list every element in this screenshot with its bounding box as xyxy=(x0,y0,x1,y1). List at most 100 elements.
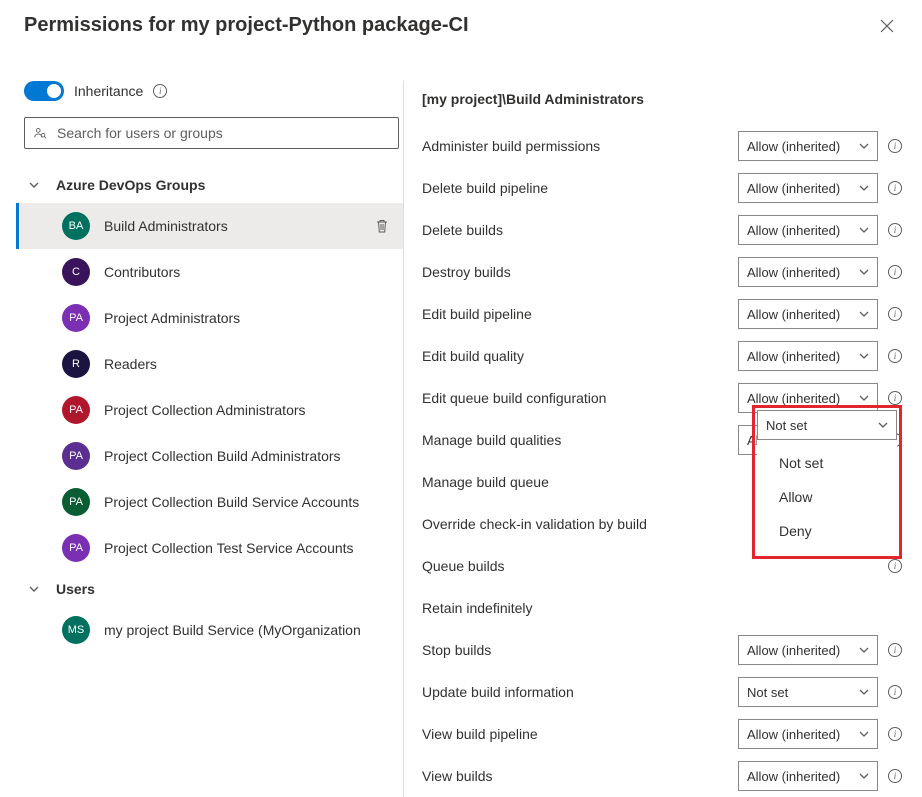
info-icon[interactable]: i xyxy=(888,223,902,237)
chevron-down-icon xyxy=(859,309,869,319)
groups-section-title: Azure DevOps Groups xyxy=(56,177,205,193)
group-item-label: Build Administrators xyxy=(104,218,361,234)
dropdown-value: Allow (inherited) xyxy=(747,727,840,742)
selected-identity-title: [my project]\Build Administrators xyxy=(420,81,902,125)
permission-controls: Allow (inherited) i xyxy=(738,257,902,287)
permission-controls: Allow (inherited) i xyxy=(738,215,902,245)
permission-dropdown[interactable]: Allow (inherited) xyxy=(738,299,878,329)
permission-dropdown-open[interactable]: Not setNot setAllowDeny xyxy=(752,405,902,559)
chevron-down-icon xyxy=(859,225,869,235)
permission-label: Administer build permissions xyxy=(422,138,600,154)
chevron-down-icon xyxy=(859,729,869,739)
info-icon[interactable]: i xyxy=(888,349,902,363)
dropdown-value: Allow (inherited) xyxy=(747,391,840,406)
group-item[interactable]: PAProject Administrators xyxy=(20,295,403,341)
dropdown-option[interactable]: Not set xyxy=(757,446,897,480)
permission-row: Edit build qualityAllow (inherited)i xyxy=(420,335,902,377)
permission-dropdown[interactable]: Allow (inherited) xyxy=(738,257,878,287)
permission-dropdown[interactable]: Allow (inherited) xyxy=(738,635,878,665)
group-item-label: Contributors xyxy=(104,264,395,280)
permission-controls: Not set i xyxy=(738,677,902,707)
group-item[interactable]: PA Project Collection Test Service Accoun… xyxy=(20,525,403,571)
permission-controls: Allow (inherited) i xyxy=(738,299,902,329)
permission-controls: Allow (inherited) i xyxy=(738,719,902,749)
search-input-wrapper[interactable] xyxy=(24,117,399,149)
permission-row: Stop builds Allow (inherited) i xyxy=(420,629,902,671)
group-item[interactable]: PAProject Collection Build Service Accou… xyxy=(20,479,403,525)
group-item[interactable]: PAProject Collection Build Administrator… xyxy=(20,433,403,479)
inheritance-label: Inheritance xyxy=(74,83,143,99)
permission-controls: Allow (inherited) i xyxy=(738,341,902,371)
search-input[interactable] xyxy=(55,124,390,142)
info-icon[interactable]: i xyxy=(888,643,902,657)
info-icon[interactable]: i xyxy=(888,139,902,153)
info-icon[interactable]: i xyxy=(888,727,902,741)
permission-row: Destroy buildsAllow (inherited)i xyxy=(420,251,902,293)
avatar: PA xyxy=(62,442,90,470)
chevron-down-icon xyxy=(859,183,869,193)
permission-row: Update build informationNot seti xyxy=(420,671,902,713)
info-icon[interactable]: i xyxy=(888,769,902,783)
dropdown-value: Allow (inherited) xyxy=(747,139,840,154)
dialog-title: Permissions for my project-Python packag… xyxy=(24,14,469,37)
users-section-header[interactable]: Users xyxy=(20,571,403,607)
chevron-down-icon xyxy=(28,179,40,191)
identity-panel: Inheritance i Azure DevOps Groups BABuil… xyxy=(20,81,404,797)
group-item[interactable]: RReaders xyxy=(20,341,403,387)
permission-dropdown[interactable]: Allow (inherited) xyxy=(738,131,878,161)
dropdown-value: Allow (inherited) xyxy=(747,769,840,784)
permission-row: View buildsAllow (inherited)i xyxy=(420,755,902,797)
chevron-down-icon xyxy=(859,351,869,361)
dropdown-value: Allow (inherited) xyxy=(747,349,840,364)
permission-row: Manage build queueNot setNot setAllowDen… xyxy=(420,461,902,503)
dropdown-value: Allow (inherited) xyxy=(747,181,840,196)
dropdown-value: Not set xyxy=(766,418,807,433)
avatar: PA xyxy=(62,534,90,562)
permission-dropdown[interactable]: Allow (inherited) xyxy=(738,173,878,203)
permission-controls: i xyxy=(888,559,902,573)
permission-label: Retain indefinitely xyxy=(422,600,533,616)
close-button[interactable] xyxy=(876,15,898,37)
permission-row: Delete buildsAllow (inherited)i xyxy=(420,209,902,251)
permission-controls: Allow (inherited) i xyxy=(738,761,902,791)
permission-controls: Not setNot setAllowDeny xyxy=(752,405,902,559)
avatar: R xyxy=(62,350,90,378)
chevron-down-icon xyxy=(859,393,869,403)
permission-dropdown[interactable]: Not set xyxy=(738,677,878,707)
chevron-down-icon xyxy=(28,583,40,595)
groups-section-header[interactable]: Azure DevOps Groups xyxy=(20,167,403,203)
permission-dropdown[interactable]: Allow (inherited) xyxy=(738,719,878,749)
permission-dropdown[interactable]: Allow (inherited) xyxy=(738,215,878,245)
permission-row: Administer build permissions Allow (inher… xyxy=(420,125,902,167)
close-icon xyxy=(880,19,894,33)
users-section-title: Users xyxy=(56,581,95,597)
user-item[interactable]: MSmy project Build Service (MyOrganizati… xyxy=(20,607,403,653)
info-icon[interactable]: i xyxy=(888,685,902,699)
info-icon[interactable]: i xyxy=(888,559,902,573)
permission-row: Edit build pipelineAllow (inherited)i xyxy=(420,293,902,335)
avatar: MS xyxy=(62,616,90,644)
group-item-label: Project Collection Test Service Accounts xyxy=(104,540,395,556)
info-icon[interactable]: i xyxy=(888,265,902,279)
permission-dropdown[interactable]: Not set xyxy=(757,410,897,440)
info-icon[interactable]: i xyxy=(888,307,902,321)
dropdown-value: Allow (inherited) xyxy=(747,223,840,238)
group-item-label: Project Administrators xyxy=(104,310,395,326)
group-item[interactable]: BABuild Administrators xyxy=(20,203,403,249)
info-icon[interactable]: i xyxy=(153,84,167,98)
permission-dropdown[interactable]: Allow (inherited) xyxy=(738,761,878,791)
permission-row: Delete build pipeline Allow (inherited) i xyxy=(420,167,902,209)
group-item[interactable]: PAProject Collection Administrators xyxy=(20,387,403,433)
chevron-down-icon xyxy=(859,267,869,277)
info-icon[interactable]: i xyxy=(888,391,902,405)
group-item[interactable]: CContributors xyxy=(20,249,403,295)
permission-label: Delete build pipeline xyxy=(422,180,548,196)
info-icon[interactable]: i xyxy=(888,181,902,195)
dropdown-option[interactable]: Deny xyxy=(757,514,897,548)
permission-label: Stop builds xyxy=(422,642,491,658)
delete-icon[interactable] xyxy=(375,219,395,234)
permission-dropdown[interactable]: Allow (inherited) xyxy=(738,341,878,371)
inheritance-toggle[interactable] xyxy=(24,81,64,101)
permission-controls: Allow (inherited) i xyxy=(738,635,902,665)
dropdown-option[interactable]: Allow xyxy=(757,480,897,514)
